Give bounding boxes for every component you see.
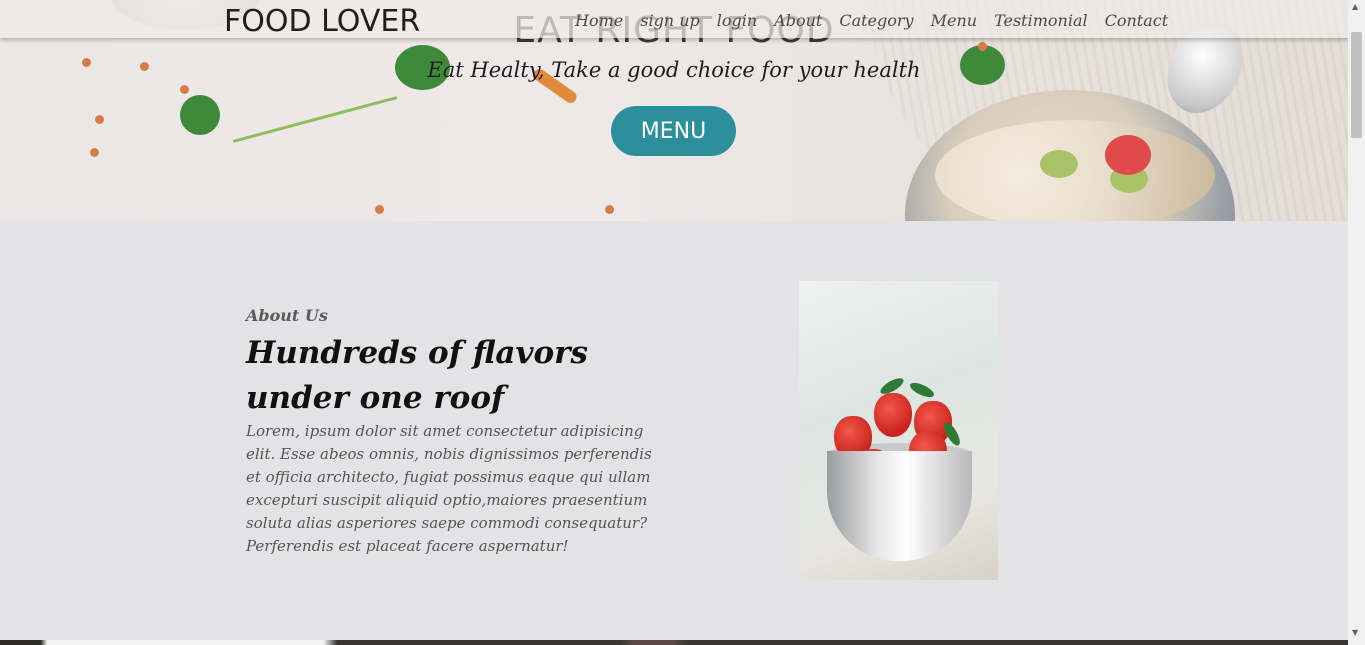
hero-crumb — [375, 205, 384, 214]
hero-crumb — [180, 85, 189, 94]
strawberry-bowl-image — [799, 281, 998, 580]
navbar: FOOD LOVER Home sign up login About Cate… — [0, 0, 1348, 39]
hero-avocado — [1040, 150, 1078, 178]
hero-subtitle: Eat Healty, Take a good choice for your … — [427, 58, 921, 82]
strawberry — [874, 393, 912, 437]
strawberry-leaf — [908, 379, 936, 401]
hero-herb — [180, 95, 220, 135]
nav-link-sign-up[interactable]: sign up — [640, 11, 700, 30]
nav-link-login[interactable]: login — [717, 11, 757, 30]
nav-link-category[interactable]: Category — [839, 11, 913, 30]
about-label: About Us — [246, 306, 328, 325]
nav-link-menu[interactable]: Menu — [931, 11, 977, 30]
about-text: Lorem, ipsum dolor sit amet consectetur … — [246, 422, 652, 555]
about-heading: Hundreds of flavors under one roof — [246, 335, 588, 416]
menu-button[interactable]: MENU — [611, 106, 736, 156]
scrollbar-thumb[interactable] — [1351, 32, 1362, 138]
metal-bowl — [827, 451, 972, 561]
next-section-edge — [0, 640, 1348, 645]
nav-link-about[interactable]: About — [774, 11, 822, 30]
brand-logo[interactable]: FOOD LOVER — [224, 4, 420, 39]
hero-crumb — [95, 115, 104, 124]
hero-crumb — [90, 148, 99, 157]
hero-stem — [232, 96, 398, 143]
scroll-down-arrow-icon[interactable]: ▼ — [1352, 628, 1358, 637]
nav-link-contact[interactable]: Contact — [1105, 11, 1169, 30]
hero-berry — [1105, 135, 1151, 175]
scroll-up-arrow-icon[interactable]: ▲ — [1352, 2, 1358, 11]
nav-link-testimonial[interactable]: Testimonial — [994, 11, 1088, 30]
nav-link-home[interactable]: Home — [575, 11, 623, 30]
hero-crumb — [605, 205, 614, 214]
page-scrollbar[interactable]: ▲ ▼ — [1348, 0, 1365, 645]
nav-links: Home sign up login About Category Menu T… — [575, 11, 1185, 30]
